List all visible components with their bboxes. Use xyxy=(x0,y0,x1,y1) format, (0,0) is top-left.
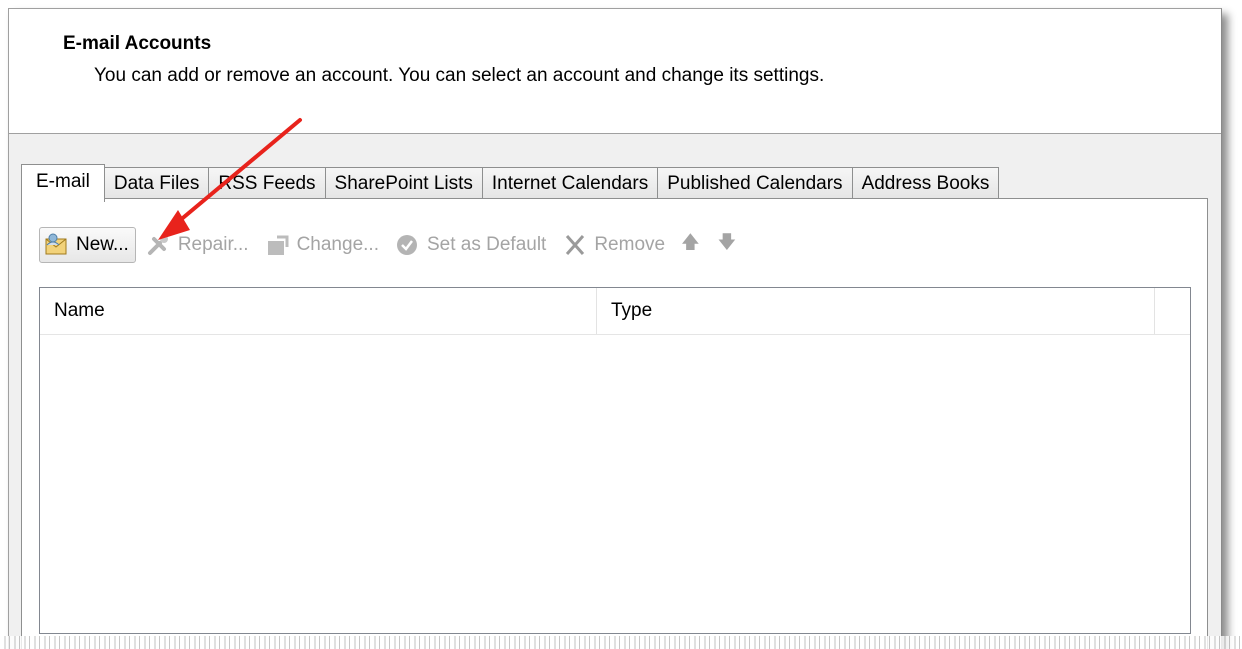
tab-published-calendars[interactable]: Published Calendars xyxy=(657,167,853,200)
repair-button[interactable]: Repair... xyxy=(146,227,249,263)
tab-email[interactable]: E-mail xyxy=(21,164,105,202)
checkmark-icon xyxy=(395,233,421,257)
tab-data-files[interactable]: Data Files xyxy=(103,167,210,200)
tab-internet-calendars[interactable]: Internet Calendars xyxy=(481,167,659,200)
torn-edge-decoration xyxy=(0,636,1242,649)
new-account-icon xyxy=(44,233,70,257)
list-header: Name Type xyxy=(40,288,1190,335)
column-header-type[interactable]: Type xyxy=(597,288,1155,334)
tab-sharepoint-lists[interactable]: SharePoint Lists xyxy=(324,167,483,200)
remove-x-icon xyxy=(562,233,588,257)
arrow-down-icon[interactable]: 🡇 xyxy=(718,230,737,260)
new-button-label: New... xyxy=(76,234,129,255)
repair-icon xyxy=(146,233,172,257)
change-button[interactable]: Change... xyxy=(265,227,379,263)
set-default-button-label: Set as Default xyxy=(426,234,547,255)
tab-rss-feeds[interactable]: RSS Feeds xyxy=(208,167,326,200)
column-header-name[interactable]: Name xyxy=(40,288,597,334)
arrow-up-icon[interactable]: 🡅 xyxy=(681,230,700,260)
email-tab-panel: New... Repair... Change... Set as Defaul… xyxy=(21,198,1208,649)
repair-button-label: Repair... xyxy=(177,234,249,255)
page-title: E-mail Accounts xyxy=(63,33,212,54)
dialog-header: E-mail Accounts You can add or remove an… xyxy=(9,9,1221,134)
change-button-label: Change... xyxy=(296,234,379,255)
page-subtitle: You can add or remove an account. You ca… xyxy=(94,65,825,86)
remove-button-label: Remove xyxy=(594,234,666,255)
remove-button[interactable]: Remove xyxy=(562,227,665,263)
tab-strip: E-mail Data Files RSS Feeds SharePoint L… xyxy=(21,164,1000,202)
set-default-button[interactable]: Set as Default xyxy=(395,227,546,263)
column-header-filler xyxy=(1155,288,1190,334)
tab-address-books[interactable]: Address Books xyxy=(851,167,1000,200)
accounts-list[interactable]: Name Type xyxy=(39,287,1191,634)
new-button[interactable]: New... xyxy=(39,227,136,263)
list-body[interactable] xyxy=(40,335,1190,633)
change-icon xyxy=(265,233,291,257)
toolbar: New... Repair... Change... Set as Defaul… xyxy=(39,226,754,264)
email-accounts-dialog: E-mail Accounts You can add or remove an… xyxy=(8,8,1222,649)
